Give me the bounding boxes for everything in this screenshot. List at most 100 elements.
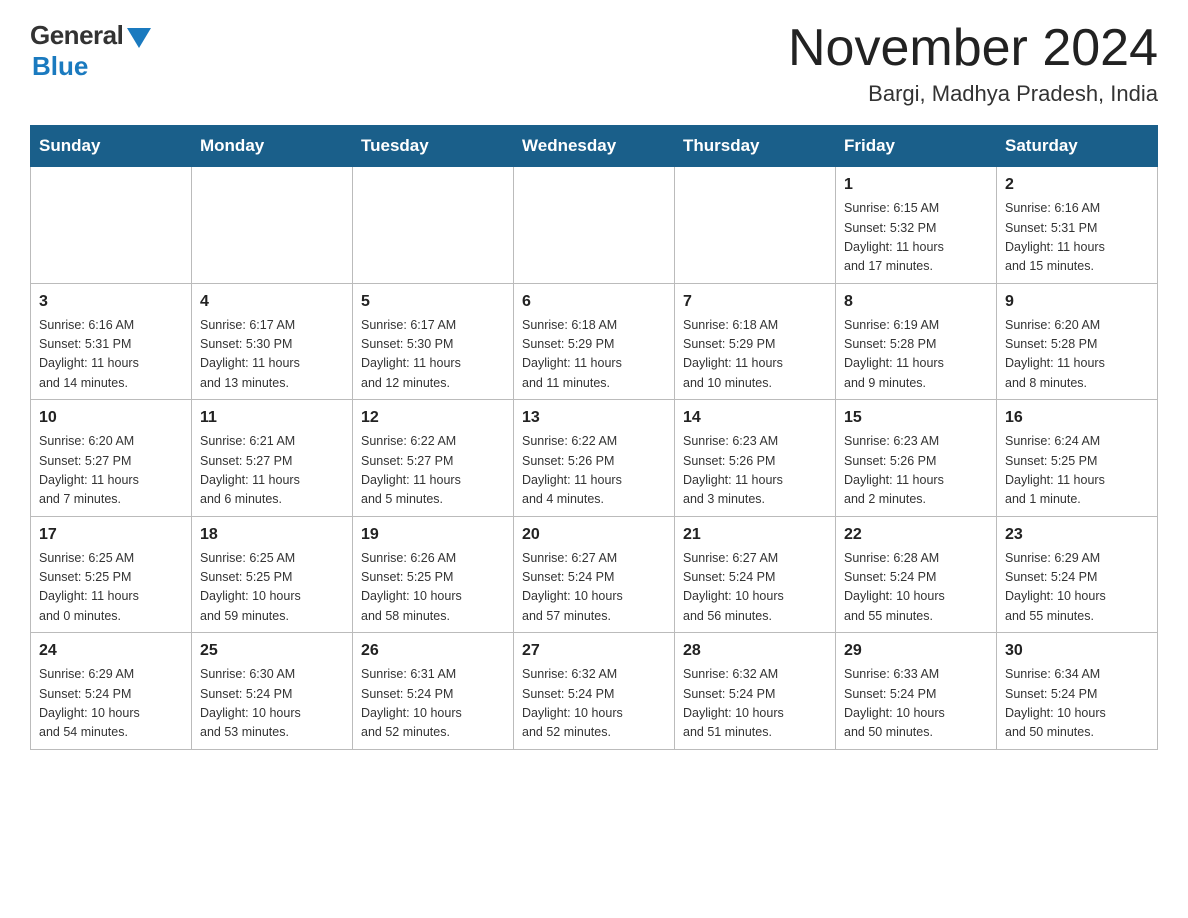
calendar-cell: 20Sunrise: 6:27 AM Sunset: 5:24 PM Dayli… [514,516,675,633]
calendar-week-row: 10Sunrise: 6:20 AM Sunset: 5:27 PM Dayli… [31,400,1158,517]
day-info: Sunrise: 6:32 AM Sunset: 5:24 PM Dayligh… [522,665,666,743]
day-info: Sunrise: 6:34 AM Sunset: 5:24 PM Dayligh… [1005,665,1149,743]
calendar-cell: 6Sunrise: 6:18 AM Sunset: 5:29 PM Daylig… [514,283,675,400]
day-info: Sunrise: 6:21 AM Sunset: 5:27 PM Dayligh… [200,432,344,510]
calendar-cell: 26Sunrise: 6:31 AM Sunset: 5:24 PM Dayli… [353,633,514,750]
day-number: 22 [844,523,988,547]
day-info: Sunrise: 6:29 AM Sunset: 5:24 PM Dayligh… [1005,549,1149,627]
day-number: 29 [844,639,988,663]
calendar-cell [514,167,675,284]
page-header: General Blue November 2024 Bargi, Madhya… [30,20,1158,107]
day-header-sunday: Sunday [31,126,192,167]
day-info: Sunrise: 6:22 AM Sunset: 5:26 PM Dayligh… [522,432,666,510]
day-number: 6 [522,290,666,314]
calendar-cell: 29Sunrise: 6:33 AM Sunset: 5:24 PM Dayli… [836,633,997,750]
day-number: 23 [1005,523,1149,547]
calendar-subtitle: Bargi, Madhya Pradesh, India [788,81,1158,107]
day-info: Sunrise: 6:27 AM Sunset: 5:24 PM Dayligh… [683,549,827,627]
day-number: 1 [844,173,988,197]
day-number: 15 [844,406,988,430]
calendar-cell: 9Sunrise: 6:20 AM Sunset: 5:28 PM Daylig… [997,283,1158,400]
calendar-cell: 30Sunrise: 6:34 AM Sunset: 5:24 PM Dayli… [997,633,1158,750]
calendar-cell: 13Sunrise: 6:22 AM Sunset: 5:26 PM Dayli… [514,400,675,517]
calendar-table: SundayMondayTuesdayWednesdayThursdayFrid… [30,125,1158,750]
day-info: Sunrise: 6:20 AM Sunset: 5:27 PM Dayligh… [39,432,183,510]
calendar-week-row: 24Sunrise: 6:29 AM Sunset: 5:24 PM Dayli… [31,633,1158,750]
day-number: 26 [361,639,505,663]
calendar-cell: 1Sunrise: 6:15 AM Sunset: 5:32 PM Daylig… [836,167,997,284]
logo-blue-text: Blue [32,51,88,82]
calendar-cell: 5Sunrise: 6:17 AM Sunset: 5:30 PM Daylig… [353,283,514,400]
calendar-cell: 12Sunrise: 6:22 AM Sunset: 5:27 PM Dayli… [353,400,514,517]
calendar-cell: 3Sunrise: 6:16 AM Sunset: 5:31 PM Daylig… [31,283,192,400]
calendar-cell: 14Sunrise: 6:23 AM Sunset: 5:26 PM Dayli… [675,400,836,517]
calendar-cell: 19Sunrise: 6:26 AM Sunset: 5:25 PM Dayli… [353,516,514,633]
day-number: 13 [522,406,666,430]
calendar-cell: 27Sunrise: 6:32 AM Sunset: 5:24 PM Dayli… [514,633,675,750]
day-info: Sunrise: 6:19 AM Sunset: 5:28 PM Dayligh… [844,316,988,394]
calendar-cell: 8Sunrise: 6:19 AM Sunset: 5:28 PM Daylig… [836,283,997,400]
calendar-cell: 24Sunrise: 6:29 AM Sunset: 5:24 PM Dayli… [31,633,192,750]
calendar-cell: 11Sunrise: 6:21 AM Sunset: 5:27 PM Dayli… [192,400,353,517]
calendar-cell: 25Sunrise: 6:30 AM Sunset: 5:24 PM Dayli… [192,633,353,750]
day-number: 2 [1005,173,1149,197]
day-number: 28 [683,639,827,663]
day-info: Sunrise: 6:23 AM Sunset: 5:26 PM Dayligh… [844,432,988,510]
day-number: 12 [361,406,505,430]
day-info: Sunrise: 6:24 AM Sunset: 5:25 PM Dayligh… [1005,432,1149,510]
day-number: 19 [361,523,505,547]
day-info: Sunrise: 6:17 AM Sunset: 5:30 PM Dayligh… [200,316,344,394]
calendar-cell: 16Sunrise: 6:24 AM Sunset: 5:25 PM Dayli… [997,400,1158,517]
day-info: Sunrise: 6:18 AM Sunset: 5:29 PM Dayligh… [683,316,827,394]
day-info: Sunrise: 6:23 AM Sunset: 5:26 PM Dayligh… [683,432,827,510]
day-info: Sunrise: 6:20 AM Sunset: 5:28 PM Dayligh… [1005,316,1149,394]
calendar-cell: 15Sunrise: 6:23 AM Sunset: 5:26 PM Dayli… [836,400,997,517]
day-number: 7 [683,290,827,314]
day-info: Sunrise: 6:16 AM Sunset: 5:31 PM Dayligh… [1005,199,1149,277]
day-header-friday: Friday [836,126,997,167]
day-info: Sunrise: 6:30 AM Sunset: 5:24 PM Dayligh… [200,665,344,743]
day-number: 5 [361,290,505,314]
calendar-week-row: 1Sunrise: 6:15 AM Sunset: 5:32 PM Daylig… [31,167,1158,284]
day-info: Sunrise: 6:25 AM Sunset: 5:25 PM Dayligh… [200,549,344,627]
day-number: 27 [522,639,666,663]
day-number: 11 [200,406,344,430]
calendar-cell: 10Sunrise: 6:20 AM Sunset: 5:27 PM Dayli… [31,400,192,517]
calendar-cell: 17Sunrise: 6:25 AM Sunset: 5:25 PM Dayli… [31,516,192,633]
day-info: Sunrise: 6:16 AM Sunset: 5:31 PM Dayligh… [39,316,183,394]
calendar-cell: 21Sunrise: 6:27 AM Sunset: 5:24 PM Dayli… [675,516,836,633]
calendar-cell [675,167,836,284]
logo: General Blue [30,20,151,82]
title-block: November 2024 Bargi, Madhya Pradesh, Ind… [788,20,1158,107]
day-info: Sunrise: 6:28 AM Sunset: 5:24 PM Dayligh… [844,549,988,627]
day-number: 21 [683,523,827,547]
day-header-saturday: Saturday [997,126,1158,167]
day-info: Sunrise: 6:22 AM Sunset: 5:27 PM Dayligh… [361,432,505,510]
day-info: Sunrise: 6:26 AM Sunset: 5:25 PM Dayligh… [361,549,505,627]
calendar-cell: 2Sunrise: 6:16 AM Sunset: 5:31 PM Daylig… [997,167,1158,284]
calendar-header-row: SundayMondayTuesdayWednesdayThursdayFrid… [31,126,1158,167]
day-header-thursday: Thursday [675,126,836,167]
day-number: 14 [683,406,827,430]
logo-general-text: General [30,20,123,51]
day-number: 3 [39,290,183,314]
day-number: 30 [1005,639,1149,663]
calendar-cell: 4Sunrise: 6:17 AM Sunset: 5:30 PM Daylig… [192,283,353,400]
day-number: 20 [522,523,666,547]
calendar-title: November 2024 [788,20,1158,77]
day-info: Sunrise: 6:29 AM Sunset: 5:24 PM Dayligh… [39,665,183,743]
day-number: 24 [39,639,183,663]
calendar-cell: 7Sunrise: 6:18 AM Sunset: 5:29 PM Daylig… [675,283,836,400]
calendar-cell: 23Sunrise: 6:29 AM Sunset: 5:24 PM Dayli… [997,516,1158,633]
day-info: Sunrise: 6:27 AM Sunset: 5:24 PM Dayligh… [522,549,666,627]
calendar-cell: 28Sunrise: 6:32 AM Sunset: 5:24 PM Dayli… [675,633,836,750]
day-number: 18 [200,523,344,547]
day-header-monday: Monday [192,126,353,167]
day-info: Sunrise: 6:15 AM Sunset: 5:32 PM Dayligh… [844,199,988,277]
day-number: 9 [1005,290,1149,314]
calendar-cell: 22Sunrise: 6:28 AM Sunset: 5:24 PM Dayli… [836,516,997,633]
day-header-tuesday: Tuesday [353,126,514,167]
day-info: Sunrise: 6:18 AM Sunset: 5:29 PM Dayligh… [522,316,666,394]
logo-triangle-icon [127,28,151,48]
day-number: 4 [200,290,344,314]
